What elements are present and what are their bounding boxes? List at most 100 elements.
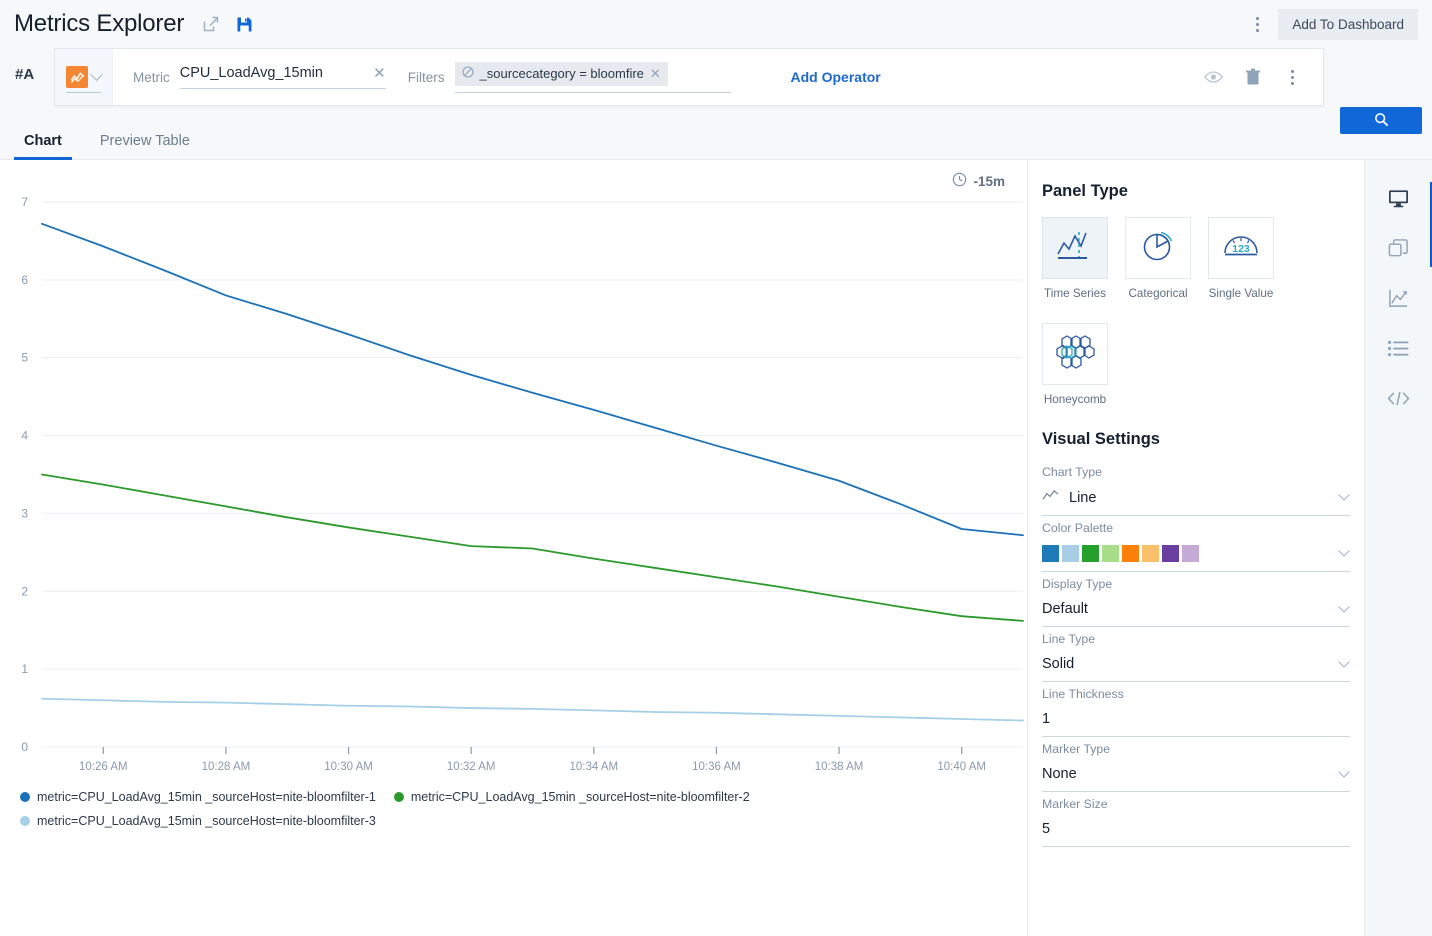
color-swatch-8: [1182, 545, 1199, 562]
marker-size-input[interactable]: 5: [1042, 821, 1350, 847]
chart-type-value: Line: [1069, 490, 1096, 506]
chart-type-select[interactable]: Line: [1042, 489, 1350, 516]
panel-type-honeycomb[interactable]: Honeycomb: [1042, 323, 1108, 406]
metric-value: CPU_LoadAvg_15min: [180, 65, 323, 81]
color-swatch-5: [1122, 545, 1139, 562]
metric-clear-button[interactable]: ✕: [373, 66, 386, 81]
right-icon-rail: [1365, 160, 1432, 936]
chevron-down-icon: [1338, 656, 1349, 667]
panel-type-single-value[interactable]: 123 Single Value: [1208, 217, 1274, 300]
time-range-label: -15m: [973, 174, 1005, 189]
layers-copy-icon: [1388, 238, 1409, 264]
panel-type-categorical[interactable]: Categorical: [1125, 217, 1191, 300]
honeycomb-icon: [1055, 333, 1095, 376]
legend-item[interactable]: metric=CPU_LoadAvg_15min _sourceHost=nit…: [20, 790, 376, 804]
tab-bar: Chart Preview Table: [0, 118, 1432, 160]
color-palette-select[interactable]: [1042, 545, 1350, 572]
svg-text:10:34 AM: 10:34 AM: [570, 761, 619, 773]
color-swatch-1: [1042, 545, 1059, 562]
color-palette-label: Color Palette: [1042, 521, 1350, 535]
display-type-select[interactable]: Default: [1042, 601, 1350, 627]
filters-label: Filters: [408, 70, 445, 85]
add-operator-button[interactable]: Add Operator: [791, 69, 881, 85]
setting-marker-type: Marker Type None: [1042, 742, 1350, 792]
query-type-selector[interactable]: [55, 49, 113, 105]
time-series-icon: [1055, 228, 1095, 269]
chevron-down-icon: [1338, 545, 1349, 556]
filter-chip[interactable]: _sourcecategory = bloomfire ✕: [455, 62, 668, 86]
filter-chip-remove[interactable]: ✕: [650, 66, 661, 82]
chevron-down-icon: [1338, 601, 1349, 612]
query-more-options-icon[interactable]: [1283, 67, 1301, 87]
svg-text:7: 7: [21, 195, 28, 209]
svg-text:1: 1: [21, 662, 28, 676]
panel-type-title: Panel Type: [1042, 182, 1350, 201]
color-swatch-3: [1082, 545, 1099, 562]
rail-item-monitor[interactable]: [1377, 176, 1421, 226]
filter-chip-text: _sourcecategory = bloomfire: [480, 66, 644, 81]
add-to-dashboard-button[interactable]: Add To Dashboard: [1278, 9, 1418, 40]
setting-chart-type: Chart Type Line: [1042, 465, 1350, 516]
settings-panel: Panel Type Time Series Categorical 123 S…: [1028, 160, 1365, 936]
query-row: #A Metric CPU_LoadAvg_15min ✕ Filters: [0, 48, 1432, 118]
chart-pane: -15m 0123456710:26 AM10:28 AM10:30 AM10:…: [0, 160, 1028, 936]
setting-line-thickness: Line Thickness 1: [1042, 687, 1350, 737]
time-range-badge[interactable]: -15m: [952, 172, 1005, 190]
list-icon: [1388, 340, 1409, 362]
rail-item-layers[interactable]: [1377, 226, 1421, 276]
search-button[interactable]: [1340, 107, 1422, 134]
gauge-123-icon: 123: [1220, 229, 1262, 268]
search-magnifier-icon: [1374, 112, 1389, 130]
delete-trash-icon[interactable]: [1245, 68, 1261, 86]
svg-text:123: 123: [1232, 243, 1250, 255]
tab-chart[interactable]: Chart: [14, 133, 72, 159]
top-bar: Metrics Explorer Add To Dashboard: [0, 0, 1432, 48]
pie-chart-icon: [1139, 228, 1177, 269]
save-disk-icon[interactable]: [236, 16, 253, 33]
svg-text:6: 6: [21, 273, 28, 287]
metric-input[interactable]: CPU_LoadAvg_15min ✕: [180, 65, 386, 89]
chart-canvas[interactable]: 0123456710:26 AM10:28 AM10:30 AM10:32 AM…: [0, 190, 1028, 790]
legend-item[interactable]: metric=CPU_LoadAvg_15min _sourceHost=nit…: [20, 814, 376, 828]
legend-color-dot: [394, 792, 404, 802]
legend-item[interactable]: metric=CPU_LoadAvg_15min _sourceHost=nit…: [394, 790, 750, 804]
visual-settings-section: Visual Settings Chart Type Line Color Pa…: [1042, 430, 1350, 847]
line-thickness-value: 1: [1042, 711, 1050, 727]
rail-item-code[interactable]: [1377, 376, 1421, 426]
svg-text:5: 5: [21, 351, 28, 365]
marker-type-select[interactable]: None: [1042, 766, 1350, 792]
rail-item-list[interactable]: [1377, 326, 1421, 376]
display-type-value: Default: [1042, 601, 1088, 617]
main-body: -15m 0123456710:26 AM10:28 AM10:30 AM10:…: [0, 160, 1432, 936]
page-title: Metrics Explorer: [14, 10, 184, 38]
marker-type-label: Marker Type: [1042, 742, 1350, 756]
svg-text:10:26 AM: 10:26 AM: [79, 761, 128, 773]
line-thickness-input[interactable]: 1: [1042, 711, 1350, 737]
query-card: Metric CPU_LoadAvg_15min ✕ Filters _sour…: [54, 48, 1324, 106]
line-thickness-label: Line Thickness: [1042, 687, 1350, 701]
legend-label: metric=CPU_LoadAvg_15min _sourceHost=nit…: [37, 790, 376, 804]
svg-text:10:40 AM: 10:40 AM: [937, 761, 986, 773]
no-entry-icon: [462, 66, 474, 81]
display-type-label: Display Type: [1042, 577, 1350, 591]
chevron-down-icon: [1338, 766, 1349, 777]
svg-text:0: 0: [21, 740, 28, 754]
color-swatch-list: [1042, 545, 1199, 562]
line-chart-icon: [1042, 489, 1059, 506]
visibility-eye-icon[interactable]: [1204, 70, 1223, 84]
line-type-select[interactable]: Solid: [1042, 656, 1350, 682]
rail-item-axis[interactable]: [1377, 276, 1421, 326]
panel-type-label: Time Series: [1042, 287, 1108, 300]
axis-chart-icon: [1388, 288, 1409, 314]
svg-text:10:32 AM: 10:32 AM: [447, 761, 496, 773]
svg-text:2: 2: [21, 584, 28, 598]
legend-color-dot: [20, 816, 30, 826]
more-options-icon[interactable]: [1248, 14, 1266, 34]
line-type-label: Line Type: [1042, 632, 1350, 646]
filters-input[interactable]: _sourcecategory = bloomfire ✕: [455, 62, 731, 93]
tab-preview-table[interactable]: Preview Table: [90, 133, 200, 159]
color-swatch-2: [1062, 545, 1079, 562]
svg-text:3: 3: [21, 506, 28, 520]
panel-type-time-series[interactable]: Time Series: [1042, 217, 1108, 300]
share-export-icon[interactable]: [202, 15, 220, 33]
